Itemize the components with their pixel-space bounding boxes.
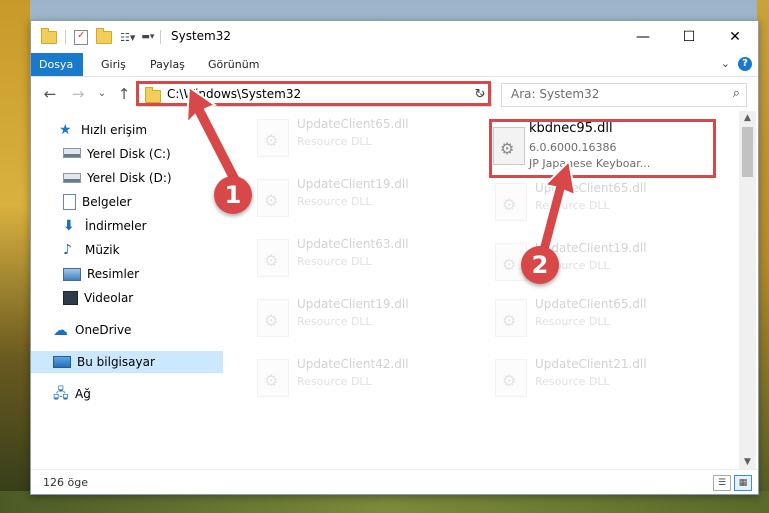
vertical-scrollbar[interactable]: ▲ ▼ bbox=[739, 111, 756, 469]
status-bar: 126 öge ☰ ▦ bbox=[31, 469, 758, 494]
scroll-thumb[interactable] bbox=[742, 127, 753, 177]
highlight-file-box bbox=[489, 119, 716, 178]
scroll-down-icon[interactable]: ▼ bbox=[739, 457, 756, 467]
folder-icon bbox=[41, 27, 57, 44]
new-folder-icon[interactable] bbox=[96, 27, 112, 44]
scroll-up-icon[interactable]: ▲ bbox=[739, 113, 756, 123]
download-icon: ⬇ bbox=[63, 218, 75, 234]
title-bar: ✓ ☷▾ ▬▾ System32 — ☐ ✕ bbox=[31, 21, 758, 53]
nav-item-label: OneDrive bbox=[75, 323, 132, 337]
tiles-view-icon[interactable]: ▦ bbox=[734, 475, 752, 491]
quick-access-toolbar: ✓ ☷▾ ▬▾ bbox=[41, 27, 167, 46]
divider bbox=[160, 30, 162, 44]
file-item[interactable]: UpdateClient21.dll Resource DLL bbox=[465, 351, 685, 407]
background-left bbox=[0, 0, 30, 513]
tab-giris[interactable]: Giriş bbox=[91, 53, 136, 76]
item-count: 126 öge bbox=[43, 476, 88, 489]
search-box[interactable]: Ara: System32 ⌕ bbox=[501, 83, 747, 107]
file-name: UpdateClient21.dll bbox=[535, 357, 647, 371]
file-name: UpdateClient42.dll bbox=[297, 357, 409, 371]
music-icon: ♪ bbox=[63, 242, 72, 258]
file-type: Resource DLL bbox=[297, 255, 372, 268]
file-item[interactable]: UpdateClient42.dll Resource DLL bbox=[227, 351, 447, 407]
file-type: Resource DLL bbox=[297, 315, 372, 328]
dll-file-icon bbox=[257, 359, 289, 397]
close-button[interactable]: ✕ bbox=[712, 21, 758, 53]
nav-item-label: İndirmeler bbox=[85, 219, 147, 233]
nav-item-pictures[interactable]: Resimler 📌 bbox=[31, 263, 255, 285]
nav-item-label: Resimler bbox=[87, 267, 140, 281]
file-type: Resource DLL bbox=[535, 315, 610, 328]
file-name: UpdateClient19.dll bbox=[297, 177, 409, 191]
nav-item-onedrive[interactable]: ☁ OneDrive bbox=[31, 319, 245, 341]
nav-item-label: Müzik bbox=[85, 243, 120, 257]
cloud-icon: ☁ bbox=[53, 321, 68, 339]
dll-file-icon bbox=[257, 299, 289, 337]
tab-dosya[interactable]: Dosya bbox=[31, 53, 83, 76]
search-placeholder: Ara: System32 bbox=[511, 87, 600, 101]
minimize-button[interactable]: — bbox=[620, 21, 666, 53]
forward-button[interactable]: → bbox=[69, 85, 87, 103]
file-type: Resource DLL bbox=[535, 375, 610, 388]
tab-gorunum[interactable]: Görünüm bbox=[198, 53, 269, 76]
drive-icon bbox=[63, 148, 81, 158]
window-title: System32 bbox=[171, 29, 232, 43]
step-2-badge: 2 bbox=[521, 246, 559, 284]
dll-file-icon bbox=[495, 183, 527, 221]
nav-item-network[interactable]: 🖧 Ağ bbox=[31, 383, 245, 405]
arrow-1-shape bbox=[185, 87, 245, 191]
file-item[interactable]: UpdateClient63.dll Resource DLL bbox=[227, 231, 447, 287]
file-item[interactable]: UpdateClient65.dll Resource DLL bbox=[465, 291, 685, 347]
step-1-badge: 1 bbox=[214, 176, 252, 214]
computer-icon bbox=[53, 356, 71, 368]
videos-icon bbox=[63, 291, 78, 305]
nav-item-label: Bu bilgisayar bbox=[77, 355, 155, 369]
tab-paylas[interactable]: Paylaş bbox=[140, 53, 195, 76]
maximize-button[interactable]: ☐ bbox=[666, 21, 712, 53]
back-button[interactable]: ← bbox=[41, 85, 59, 103]
dll-file-icon bbox=[495, 359, 527, 397]
dll-file-icon bbox=[257, 179, 289, 217]
file-item[interactable]: UpdateClient19.dll Resource DLL bbox=[227, 171, 447, 227]
search-icon[interactable]: ⌕ bbox=[733, 86, 740, 101]
details-view-icon[interactable]: ☰ bbox=[713, 475, 731, 491]
nav-item-downloads[interactable]: ⬇ İndirmeler 📌 bbox=[31, 215, 255, 237]
explorer-window: ✓ ☷▾ ▬▾ System32 — ☐ ✕ Dosya Giriş Payla… bbox=[30, 20, 759, 495]
file-name: UpdateClient63.dll bbox=[297, 237, 409, 251]
nav-item-music[interactable]: ♪ Müzik 📌 bbox=[31, 239, 255, 261]
qa-dropdown-icon[interactable]: ▬▾ bbox=[141, 32, 154, 42]
ribbon-expand-icon[interactable]: ⌄ bbox=[721, 57, 730, 70]
file-type: Resource DLL bbox=[297, 195, 372, 208]
nav-item-label: Hızlı erişim bbox=[81, 123, 148, 137]
customize-icon[interactable]: ☷▾ bbox=[120, 31, 135, 44]
file-item[interactable]: UpdateClient65.dll Resource DLL bbox=[227, 111, 447, 167]
file-name: UpdateClient65.dll bbox=[535, 297, 647, 311]
network-icon: 🖧 bbox=[53, 386, 69, 402]
file-type: Resource DLL bbox=[297, 135, 372, 148]
nav-item-this-pc[interactable]: Bu bilgisayar bbox=[31, 351, 223, 373]
nav-item-videos[interactable]: Videolar 📌 bbox=[31, 287, 255, 309]
file-name: UpdateClient65.dll bbox=[297, 117, 409, 131]
divider bbox=[65, 30, 66, 44]
file-item[interactable]: UpdateClient19.dll Resource DLL bbox=[227, 291, 447, 347]
dll-file-icon bbox=[257, 239, 289, 277]
ribbon: Dosya Giriş Paylaş Görünüm ⌄ ? bbox=[31, 53, 758, 77]
nav-item-label: Yerel Disk (C:) bbox=[87, 147, 171, 161]
pictures-icon bbox=[63, 267, 81, 281]
dll-file-icon bbox=[257, 119, 289, 157]
file-type: Resource DLL bbox=[297, 375, 372, 388]
properties-icon[interactable]: ✓ bbox=[74, 29, 88, 45]
nav-item-label: Yerel Disk (D:) bbox=[87, 171, 172, 185]
recent-locations-button[interactable]: ⌄ bbox=[93, 88, 111, 99]
drive-icon bbox=[63, 173, 81, 183]
dll-file-icon bbox=[495, 299, 527, 337]
star-icon: ★ bbox=[59, 122, 72, 138]
nav-item-label: Videolar bbox=[84, 291, 134, 305]
documents-icon bbox=[63, 194, 76, 210]
help-icon[interactable]: ? bbox=[738, 57, 752, 71]
up-button[interactable]: ↑ bbox=[115, 85, 133, 103]
file-name: UpdateClient19.dll bbox=[297, 297, 409, 311]
nav-item-label: Belgeler bbox=[82, 195, 132, 209]
nav-item-label: Ağ bbox=[75, 387, 91, 401]
